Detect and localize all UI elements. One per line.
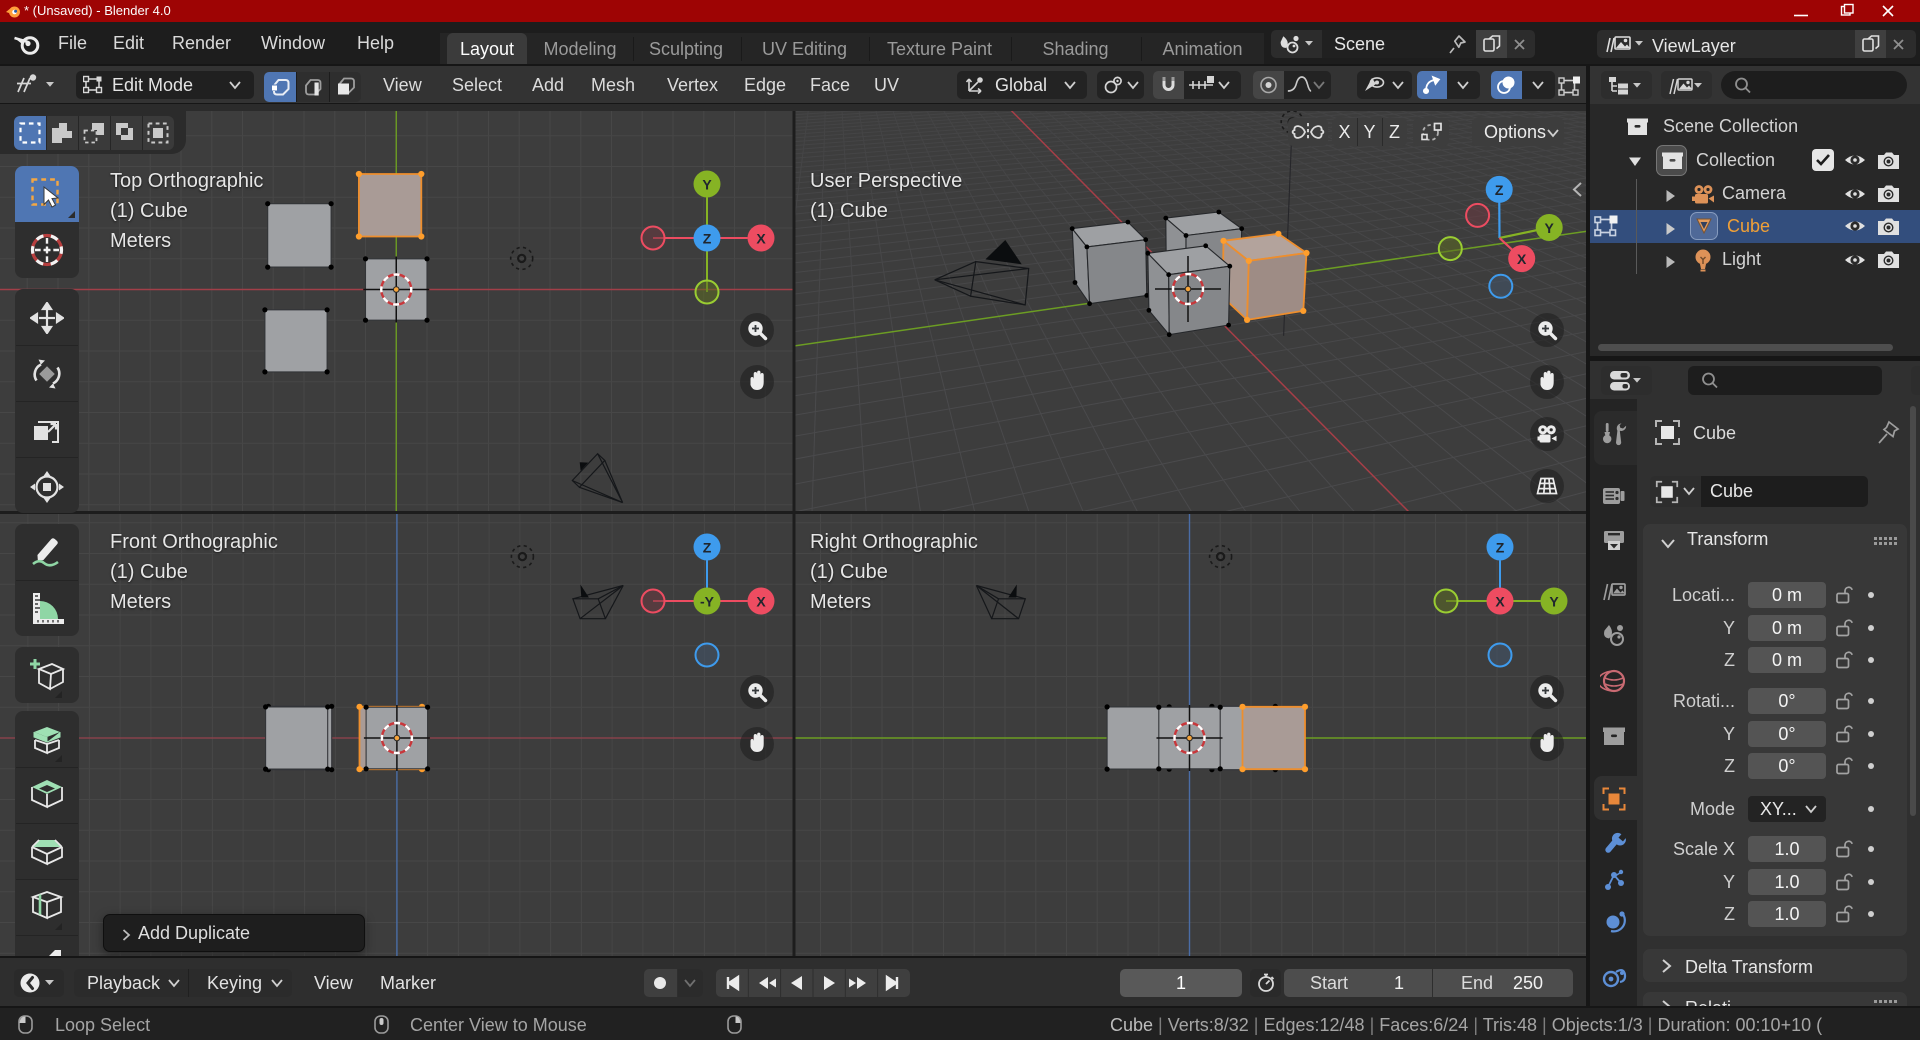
svg-text:Z: Z xyxy=(703,540,712,556)
svg-text:Y: Y xyxy=(1545,220,1555,236)
svg-text:X: X xyxy=(1517,251,1527,267)
svg-text:X: X xyxy=(756,594,766,610)
svg-text:Y: Y xyxy=(1549,594,1559,610)
svg-text:Z: Z xyxy=(1496,540,1505,556)
svg-text:Z: Z xyxy=(1495,182,1504,198)
svg-text:-Y: -Y xyxy=(700,594,715,610)
svg-text:Y: Y xyxy=(702,177,712,193)
svg-text:X: X xyxy=(756,231,766,247)
svg-text:Z: Z xyxy=(703,231,712,247)
svg-text:X: X xyxy=(1495,594,1505,610)
